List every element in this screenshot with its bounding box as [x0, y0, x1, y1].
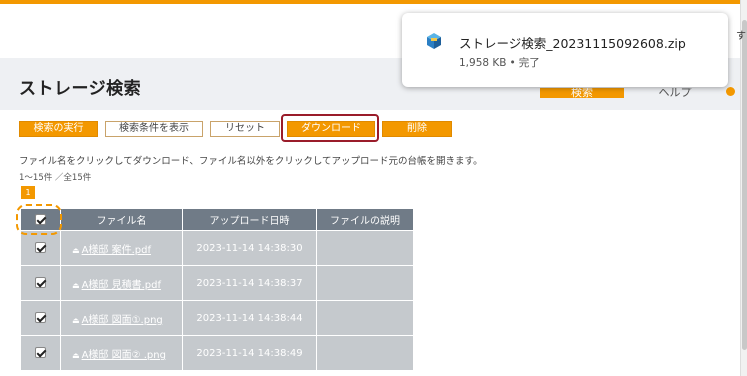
file-link[interactable]: A様邸 図面② .png — [82, 350, 166, 361]
row-checkbox-icon[interactable] — [35, 242, 46, 254]
file-name-cell: ⏏ A様邸 案件.pdf — [60, 230, 183, 266]
search-button[interactable]: 検索の実行 — [19, 121, 98, 137]
file-link[interactable]: A様邸 見積書.pdf — [82, 280, 161, 291]
side-label: す — [736, 31, 746, 42]
table-row[interactable]: ⏏ A様邸 案件.pdf 2023-11-14 14:38:30 — [20, 230, 414, 266]
description-cell[interactable] — [316, 300, 414, 336]
instructions-text: ファイル名をクリックしてダウンロード、ファイル名以外をクリックしてアップロード元… — [19, 156, 483, 167]
pagination-page-1[interactable]: 1 — [21, 186, 35, 199]
page-title: ストレージ検索 — [19, 79, 142, 99]
row-select-cell[interactable] — [20, 230, 61, 266]
row-select-cell[interactable] — [20, 265, 61, 301]
download-button[interactable]: ダウンロード — [287, 121, 375, 137]
select-all-highlight — [16, 204, 62, 235]
reset-button[interactable]: リセット — [210, 121, 280, 137]
file-name-cell: ⏏ A様邸 図面② .png — [60, 335, 183, 371]
row-select-cell[interactable] — [20, 335, 61, 371]
upload-date-cell[interactable]: 2023-11-14 14:38:37 — [182, 265, 317, 301]
download-icon: ⏏ — [72, 280, 80, 290]
upload-date-cell[interactable]: 2023-11-14 14:38:49 — [182, 335, 317, 371]
description-cell[interactable] — [316, 230, 414, 266]
upload-date-cell[interactable]: 2023-11-14 14:38:44 — [182, 300, 317, 336]
download-icon: ⏏ — [72, 350, 80, 360]
download-icon: ⏏ — [72, 245, 80, 255]
file-link[interactable]: A様邸 図面①.png — [82, 315, 163, 326]
zip-file-icon — [427, 33, 441, 49]
file-link[interactable]: A様邸 案件.pdf — [82, 245, 151, 256]
delete-button[interactable]: 削除 — [382, 121, 452, 137]
header-file-name: ファイル名 — [60, 208, 183, 231]
popup-separator: • — [509, 57, 516, 69]
file-name-cell: ⏏ A様邸 図面①.png — [60, 300, 183, 336]
description-cell[interactable] — [316, 265, 414, 301]
table-row[interactable]: ⏏ A様邸 見積書.pdf 2023-11-14 14:38:37 — [20, 265, 414, 301]
file-table: ファイル名 アップロード日時 ファイルの説明 ⏏ A様邸 案件.pdf 2023-… — [20, 208, 414, 371]
tab-help[interactable]: ヘルプ — [626, 88, 724, 98]
download-icon: ⏏ — [72, 315, 80, 325]
table-header-row: ファイル名 アップロード日時 ファイルの説明 — [20, 208, 414, 231]
download-complete-popup[interactable]: ストレージ検索_20231115092608.zip 1,958 KB • 完了 — [402, 13, 728, 87]
row-select-cell[interactable] — [20, 300, 61, 336]
header-description: ファイルの説明 — [316, 208, 414, 231]
tab-indicator — [726, 87, 735, 96]
popup-size: 1,958 KB — [459, 57, 507, 69]
row-checkbox-icon[interactable] — [35, 277, 46, 289]
table-row[interactable]: ⏏ A様邸 図面② .png 2023-11-14 14:38:49 — [20, 335, 414, 371]
file-name-cell: ⏏ A様邸 見積書.pdf — [60, 265, 183, 301]
description-cell[interactable] — [316, 335, 414, 371]
table-row[interactable]: ⏏ A様邸 図面①.png 2023-11-14 14:38:44 — [20, 300, 414, 336]
upload-date-cell[interactable]: 2023-11-14 14:38:30 — [182, 230, 317, 266]
show-conditions-button[interactable]: 検索条件を表示 — [105, 121, 203, 137]
tab-search[interactable]: 検索 — [540, 88, 624, 98]
top-accent-stripe — [0, 0, 747, 4]
scrollbar-thumb[interactable] — [742, 20, 747, 350]
popup-status: 1,958 KB • 完了 — [459, 55, 540, 70]
popup-status-text: 完了 — [518, 57, 540, 69]
row-checkbox-icon[interactable] — [35, 347, 46, 359]
header-upload-date: アップロード日時 — [182, 208, 317, 231]
page-scrollbar[interactable] — [740, 0, 747, 376]
row-checkbox-icon[interactable] — [35, 312, 46, 324]
popup-filename[interactable]: ストレージ検索_20231115092608.zip — [459, 33, 686, 52]
result-count: 1〜15件 ／全15件 — [19, 173, 92, 183]
